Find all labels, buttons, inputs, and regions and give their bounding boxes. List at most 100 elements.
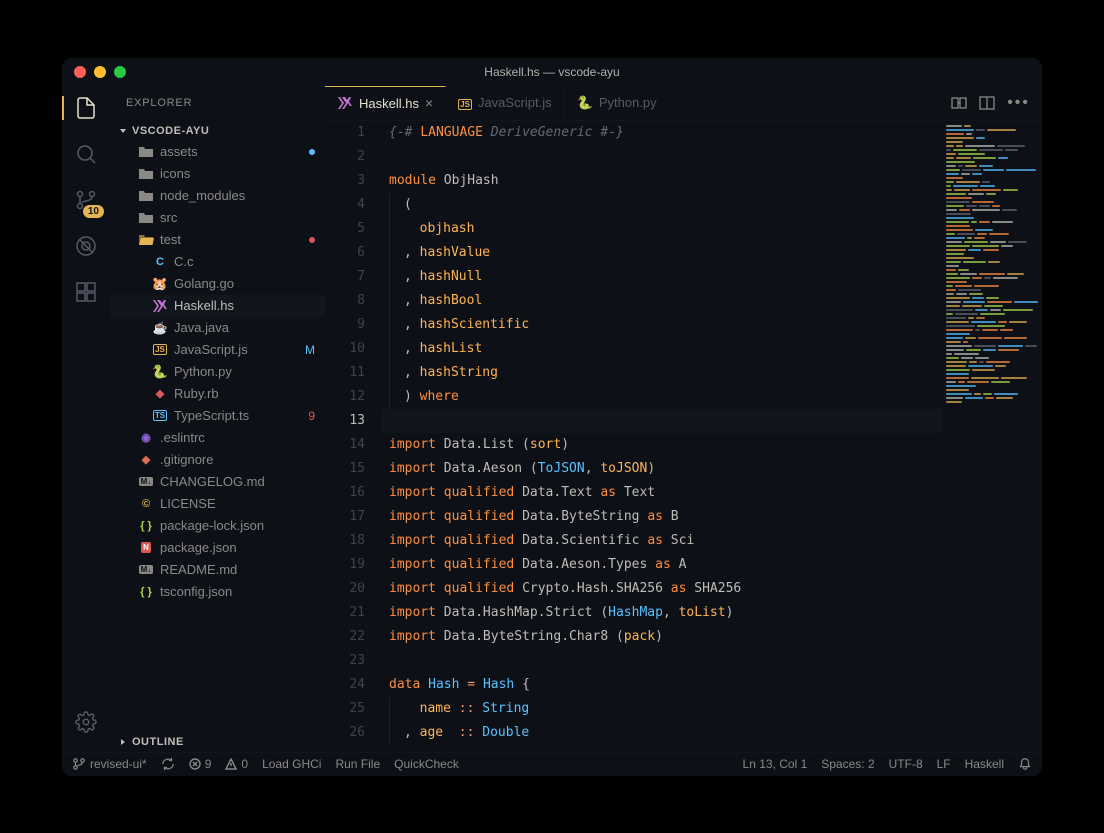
code-line[interactable]: ( (381, 193, 942, 217)
split-editor-icon[interactable] (979, 95, 995, 111)
code-line[interactable]: , hashValue (381, 241, 942, 265)
code-line[interactable]: import Data.HashMap.Strict (HashMap, toL… (381, 601, 942, 625)
code-area[interactable]: {-# LANGUAGE DeriveGeneric #-} module Obj… (381, 121, 942, 752)
tab-haskell-hs[interactable]: Haskell.hs× (325, 86, 446, 120)
py-icon: 🐍 (577, 95, 593, 111)
file-java-java[interactable]: ☕Java.java (110, 317, 325, 339)
folder-node-modules[interactable]: node_modules (110, 185, 325, 207)
minimap[interactable] (942, 121, 1042, 752)
file-golang-go[interactable]: 🐹Golang.go (110, 273, 325, 295)
file-package-lock-json[interactable]: { }package-lock.json (110, 515, 325, 537)
code-line[interactable]: import qualified Data.Scientific as Sci (381, 529, 942, 553)
extensions-icon[interactable] (72, 278, 100, 306)
project-section[interactable]: VSCODE-AYU (110, 121, 325, 141)
statusbar-action-quickcheck[interactable]: QuickCheck (394, 757, 459, 771)
status-badge: 9 (308, 409, 315, 423)
file-typescript-ts[interactable]: TSTypeScript.ts9 (110, 405, 325, 427)
code-line[interactable]: , age :: Double (381, 721, 942, 745)
warnings-count[interactable]: 0 (225, 757, 248, 771)
code-line[interactable]: import qualified Crypto.Hash.SHA256 as S… (381, 577, 942, 601)
code-line[interactable] (381, 409, 942, 433)
code-line[interactable]: , hashBool (381, 289, 942, 313)
md-icon: M↓ (138, 562, 154, 578)
minimize-window-button[interactable] (94, 66, 106, 78)
code-line[interactable]: data Hash = Hash { (381, 673, 942, 697)
indent-setting[interactable]: Spaces: 2 (821, 757, 874, 771)
code-line[interactable]: , hashNull (381, 265, 942, 289)
file-readme-md[interactable]: M↓README.md (110, 559, 325, 581)
editor-body[interactable]: 1234567891011121314151617181920212223242… (325, 121, 1042, 752)
code-line[interactable]: import Data.ByteString.Char8 (pack) (381, 625, 942, 649)
encoding[interactable]: UTF-8 (889, 757, 923, 771)
folder-assets[interactable]: assets (110, 141, 325, 163)
code-line[interactable] (381, 649, 942, 673)
code-line[interactable] (381, 145, 942, 169)
tab-label: JavaScript.js (478, 95, 552, 110)
maximize-window-button[interactable] (114, 66, 126, 78)
code-line[interactable]: import qualified Data.ByteString as B (381, 505, 942, 529)
file-javascript-js[interactable]: JSJavaScript.jsM (110, 339, 325, 361)
line-number: 3 (325, 169, 365, 193)
file-ruby-rb[interactable]: ◆Ruby.rb (110, 383, 325, 405)
source-control-icon[interactable]: 10 (72, 186, 100, 214)
file-package-json[interactable]: Npackage.json (110, 537, 325, 559)
code-line[interactable]: {-# LANGUAGE DeriveGeneric #-} (381, 121, 942, 145)
search-icon[interactable] (72, 140, 100, 168)
file-haskell-hs[interactable]: Haskell.hs (110, 295, 325, 317)
statusbar-action-load-ghci[interactable]: Load GHCi (262, 757, 321, 771)
file-license[interactable]: ©LICENSE (110, 493, 325, 515)
close-window-button[interactable] (74, 66, 86, 78)
code-line[interactable]: name :: String (381, 697, 942, 721)
git-branch[interactable]: revised-ui* (72, 757, 147, 771)
close-tab-icon[interactable]: × (425, 95, 433, 111)
settings-gear[interactable] (72, 708, 100, 736)
line-number: 19 (325, 553, 365, 577)
sync-button[interactable] (161, 757, 175, 771)
line-number: 9 (325, 313, 365, 337)
file-c-c[interactable]: CC.c (110, 251, 325, 273)
outline-label: OUTLINE (132, 736, 184, 748)
npm-icon: N (138, 540, 154, 556)
code-line[interactable]: , hashScientific (381, 313, 942, 337)
code-line[interactable]: , hashList (381, 337, 942, 361)
file-python-py[interactable]: 🐍Python.py (110, 361, 325, 383)
code-line[interactable]: import Data.List (sort) (381, 433, 942, 457)
compare-icon[interactable] (951, 95, 967, 111)
cursor-position[interactable]: Ln 13, Col 1 (743, 757, 808, 771)
notifications-bell-icon[interactable] (1018, 757, 1032, 771)
tree-item-label: assets (160, 144, 303, 159)
language-mode[interactable]: Haskell (965, 757, 1004, 771)
eol[interactable]: LF (937, 757, 951, 771)
more-actions-icon[interactable]: ••• (1007, 94, 1030, 112)
code-line[interactable]: module ObjHash (381, 169, 942, 193)
file--eslintrc[interactable]: ◉.eslintrc (110, 427, 325, 449)
code-line[interactable]: import qualified Data.Text as Text (381, 481, 942, 505)
folder-icon (138, 210, 154, 226)
file-tsconfig-json[interactable]: { }tsconfig.json (110, 581, 325, 603)
statusbar-action-run-file[interactable]: Run File (335, 757, 380, 771)
line-number: 25 (325, 697, 365, 721)
file--gitignore[interactable]: ◆.gitignore (110, 449, 325, 471)
errors-count[interactable]: 9 (189, 757, 212, 771)
line-number: 4 (325, 193, 365, 217)
folder-icons[interactable]: icons (110, 163, 325, 185)
line-number: 17 (325, 505, 365, 529)
file-changelog-md[interactable]: M↓CHANGELOG.md (110, 471, 325, 493)
folder-test[interactable]: test (110, 229, 325, 251)
folder-src[interactable]: src (110, 207, 325, 229)
code-line[interactable]: import qualified Data.Aeson.Types as A (381, 553, 942, 577)
tabs-actions: ••• (939, 86, 1042, 120)
code-line[interactable]: objhash (381, 217, 942, 241)
code-line[interactable]: import Data.Aeson (ToJSON, toJSON) (381, 457, 942, 481)
ts-icon: TS (152, 408, 168, 424)
tree-item-label: test (160, 232, 303, 247)
debug-icon[interactable] (72, 232, 100, 260)
tab-python-py[interactable]: 🐍Python.py (565, 86, 670, 120)
line-number: 23 (325, 649, 365, 673)
code-line[interactable]: , hashString (381, 361, 942, 385)
code-line[interactable]: ) where (381, 385, 942, 409)
tab-javascript-js[interactable]: JSJavaScript.js (446, 86, 565, 120)
outline-section[interactable]: OUTLINE (110, 732, 325, 752)
folder-icon (138, 232, 154, 248)
files-icon[interactable] (72, 94, 100, 122)
